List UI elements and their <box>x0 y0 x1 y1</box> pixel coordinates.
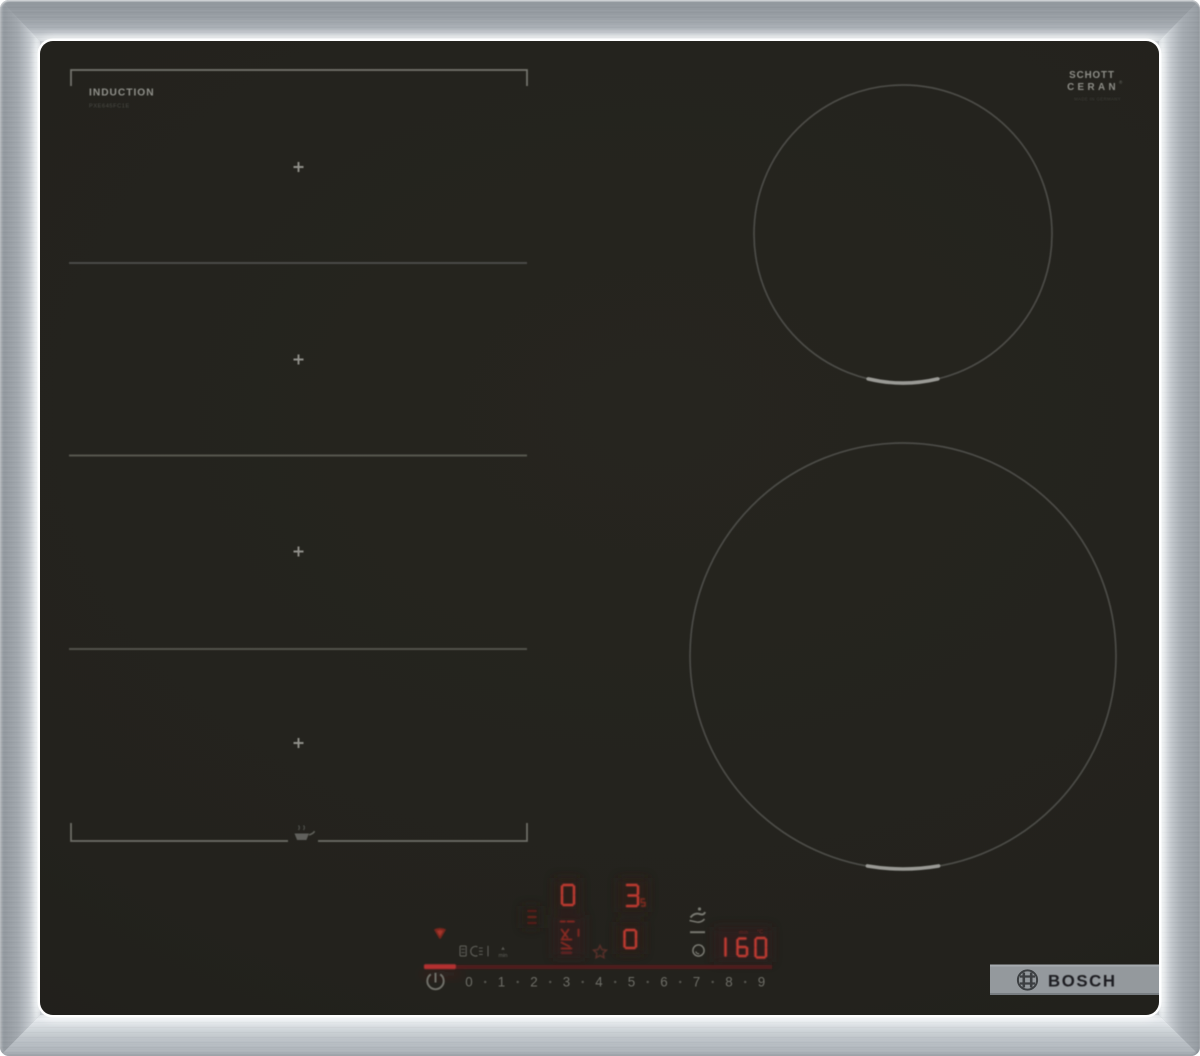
svg-text:SCHOTT: SCHOTT <box>1069 70 1115 81</box>
svg-text:°C: °C <box>757 930 763 936</box>
svg-text:5: 5 <box>628 975 635 990</box>
svg-text:3: 3 <box>563 975 570 990</box>
svg-text:8: 8 <box>725 975 732 990</box>
svg-text:PXE645FC1E: PXE645FC1E <box>89 104 130 110</box>
svg-text:CERAN: CERAN <box>1067 82 1119 93</box>
svg-text:1: 1 <box>498 975 505 990</box>
svg-text:2: 2 <box>530 975 537 990</box>
svg-text:0: 0 <box>465 975 472 990</box>
svg-text:®: ® <box>1119 79 1123 85</box>
svg-text:4: 4 <box>595 975 603 990</box>
svg-text:min: min <box>498 953 507 959</box>
svg-text:6: 6 <box>660 975 667 990</box>
svg-text:BOSCH: BOSCH <box>1048 972 1117 991</box>
svg-text:MADE IN GERMANY: MADE IN GERMANY <box>1074 97 1121 102</box>
svg-text:INDUCTION: INDUCTION <box>89 88 155 99</box>
svg-text:9: 9 <box>758 975 765 990</box>
svg-text:7: 7 <box>693 975 700 990</box>
svg-text:min: min <box>739 930 748 936</box>
